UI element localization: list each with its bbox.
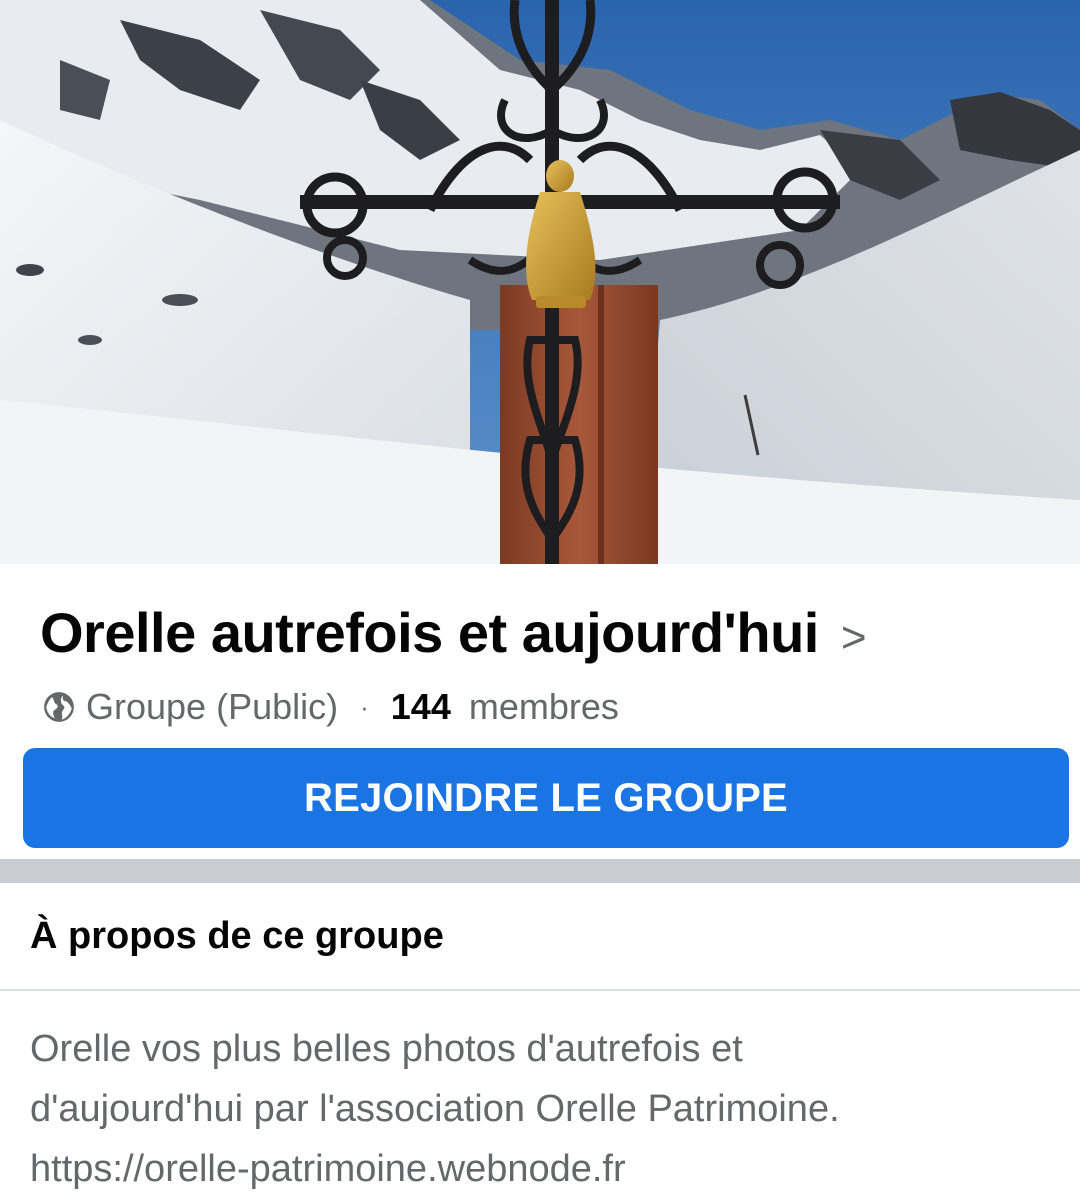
cover-photo-image <box>0 0 1080 564</box>
section-separator <box>0 859 1080 883</box>
group-title[interactable]: Orelle autrefois et aujourd'hui <box>40 600 819 665</box>
cover-photo[interactable] <box>0 0 1080 564</box>
group-privacy: Groupe (Public) <box>86 686 339 727</box>
about-section: À propos de ce groupe Orelle vos plus be… <box>0 883 1080 1195</box>
about-line: Orelle vos plus belles photos d'autrefoi… <box>30 1028 743 1070</box>
about-link[interactable]: https://orelle-patrimoine.webnode.fr <box>30 1139 1050 1195</box>
group-header: Orelle autrefois et aujourd'hui > Groupe… <box>0 564 1080 848</box>
globe-icon <box>44 692 74 722</box>
about-line: d'aujourd'hui par l'association Orelle P… <box>30 1088 840 1130</box>
chevron-right-icon[interactable]: > <box>841 613 867 663</box>
member-count: 144 <box>390 686 451 727</box>
group-meta: Groupe (Public) · 144 membres <box>42 686 619 728</box>
join-group-button[interactable]: REJOINDRE LE GROUPE <box>23 748 1069 848</box>
group-title-row[interactable]: Orelle autrefois et aujourd'hui > <box>40 600 867 665</box>
about-divider <box>0 989 1080 991</box>
about-description: Orelle vos plus belles photos d'autrefoi… <box>30 1019 1050 1195</box>
meta-separator: · <box>360 691 369 722</box>
member-label: membres <box>468 686 619 727</box>
about-heading: À propos de ce groupe <box>30 915 444 957</box>
